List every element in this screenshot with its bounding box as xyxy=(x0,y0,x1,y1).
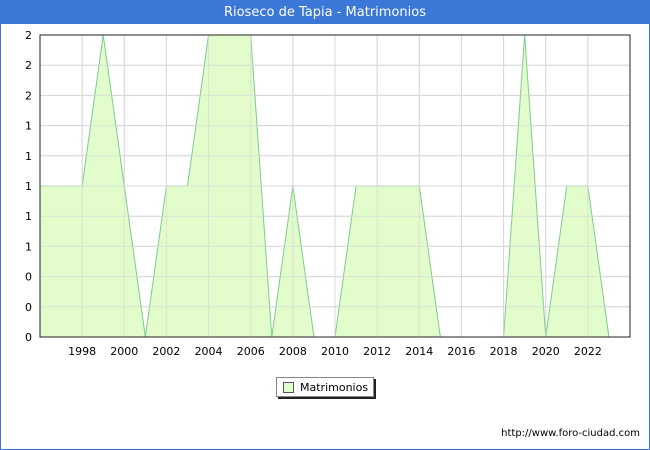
source-link[interactable]: http://www.foro-ciudad.com xyxy=(501,428,640,439)
x-tick-label: 1998 xyxy=(68,345,96,358)
y-tick-label: 2 xyxy=(25,29,32,42)
x-tick-label: 2022 xyxy=(574,345,602,358)
y-tick-label: 0 xyxy=(25,331,32,344)
x-tick-label: 2008 xyxy=(279,345,307,358)
y-tick-label: 1 xyxy=(25,150,32,163)
x-tick-label: 2004 xyxy=(195,345,223,358)
y-tick-label: 1 xyxy=(25,240,32,253)
y-tick-label: 2 xyxy=(25,89,32,102)
x-tick-label: 2010 xyxy=(321,345,349,358)
x-tick-label: 2002 xyxy=(152,345,180,358)
legend-swatch xyxy=(283,381,294,393)
y-tick-label: 1 xyxy=(25,210,32,223)
x-tick-label: 2016 xyxy=(447,345,475,358)
y-tick-label: 1 xyxy=(25,180,32,193)
x-tick-label: 2000 xyxy=(110,345,138,358)
y-tick-label: 0 xyxy=(25,271,32,284)
legend: Matrimonios xyxy=(276,377,374,397)
x-tick-label: 2014 xyxy=(405,345,433,358)
y-tick-label: 1 xyxy=(25,120,32,133)
x-tick-label: 2020 xyxy=(532,345,560,358)
legend-label: Matrimonios xyxy=(300,380,369,394)
y-tick-label: 0 xyxy=(25,301,32,314)
x-tick-label: 2006 xyxy=(237,345,265,358)
y-tick-label: 2 xyxy=(25,59,32,72)
x-tick-label: 2012 xyxy=(363,345,391,358)
x-tick-label: 2018 xyxy=(490,345,518,358)
